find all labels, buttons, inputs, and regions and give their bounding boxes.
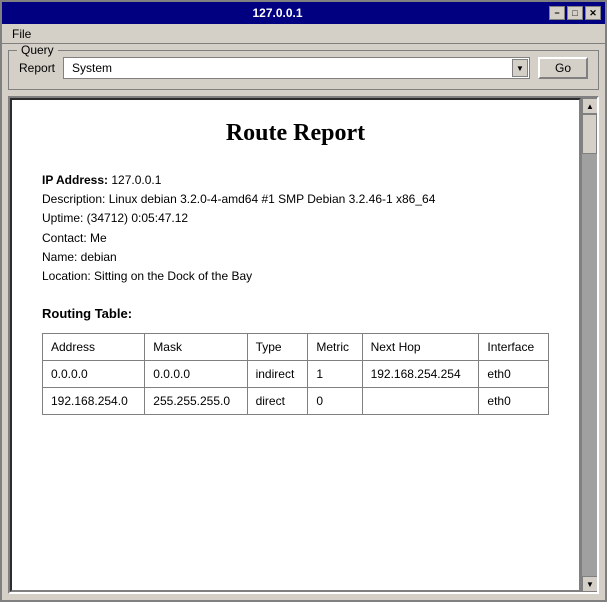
- window-controls: − □ ✕: [549, 6, 601, 20]
- report-title: Route Report: [42, 120, 549, 147]
- title-bar: 127.0.0.1 − □ ✕: [2, 2, 605, 24]
- uptime-line: Uptime: (34712) 0:05:47.12: [42, 209, 549, 228]
- col-header-address: Address: [43, 334, 145, 361]
- col-header-type: Type: [247, 334, 308, 361]
- scroll-track[interactable]: [582, 114, 597, 576]
- row1-mask: 0.0.0.0: [145, 361, 247, 388]
- go-button[interactable]: Go: [538, 57, 588, 79]
- maximize-button[interactable]: □: [567, 6, 583, 20]
- row1-interface: eth0: [479, 361, 549, 388]
- table-row: 192.168.254.0 255.255.255.0 direct 0 eth…: [43, 388, 549, 415]
- row2-interface: eth0: [479, 388, 549, 415]
- row2-nexthop: [362, 388, 479, 415]
- ip-label: IP Address:: [42, 173, 108, 187]
- minimize-button[interactable]: −: [549, 6, 565, 20]
- col-header-interface: Interface: [479, 334, 549, 361]
- col-header-mask: Mask: [145, 334, 247, 361]
- row1-nexthop: 192.168.254.254: [362, 361, 479, 388]
- content-area: Query Report System ▼ Go Route Report IP…: [2, 44, 605, 600]
- col-header-metric: Metric: [308, 334, 362, 361]
- table-row: 0.0.0.0 0.0.0.0 indirect 1 192.168.254.2…: [43, 361, 549, 388]
- routing-table: Address Mask Type Metric Next Hop Interf…: [42, 333, 549, 415]
- table-header-row: Address Mask Type Metric Next Hop Interf…: [43, 334, 549, 361]
- query-legend: Query: [17, 44, 58, 57]
- main-window: 127.0.0.1 − □ ✕ File Query Report System…: [0, 0, 607, 602]
- ip-address-line: IP Address: 127.0.0.1: [42, 171, 549, 190]
- query-row: Report System ▼ Go: [19, 57, 588, 79]
- scroll-up-button[interactable]: ▲: [582, 98, 598, 114]
- row2-mask: 255.255.255.0: [145, 388, 247, 415]
- col-header-nexthop: Next Hop: [362, 334, 479, 361]
- report-label: Report: [19, 61, 55, 75]
- description-line: Description: Linux debian 3.2.0-4-amd64 …: [42, 190, 549, 209]
- report-select[interactable]: System: [63, 57, 530, 79]
- ip-value: 127.0.0.1: [111, 173, 161, 187]
- window-title: 127.0.0.1: [6, 6, 549, 20]
- scroll-thumb[interactable]: [582, 114, 597, 154]
- report-panel: Route Report IP Address: 127.0.0.1 Descr…: [10, 98, 581, 592]
- contact-line: Contact: Me: [42, 229, 549, 248]
- routing-table-title: Routing Table:: [42, 306, 549, 321]
- scroll-down-button[interactable]: ▼: [582, 576, 598, 592]
- location-line: Location: Sitting on the Dock of the Bay: [42, 267, 549, 286]
- menu-bar: File: [2, 24, 605, 44]
- file-menu[interactable]: File: [6, 25, 37, 43]
- report-select-wrapper: System ▼: [63, 57, 530, 79]
- row1-metric: 1: [308, 361, 362, 388]
- close-button[interactable]: ✕: [585, 6, 601, 20]
- row2-type: direct: [247, 388, 308, 415]
- row2-metric: 0: [308, 388, 362, 415]
- info-section: IP Address: 127.0.0.1 Description: Linux…: [42, 171, 549, 286]
- row2-address: 192.168.254.0: [43, 388, 145, 415]
- row1-address: 0.0.0.0: [43, 361, 145, 388]
- row1-type: indirect: [247, 361, 308, 388]
- report-container: Route Report IP Address: 127.0.0.1 Descr…: [8, 96, 599, 594]
- vertical-scrollbar: ▲ ▼: [581, 98, 597, 592]
- name-line: Name: debian: [42, 248, 549, 267]
- query-group: Query Report System ▼ Go: [8, 50, 599, 90]
